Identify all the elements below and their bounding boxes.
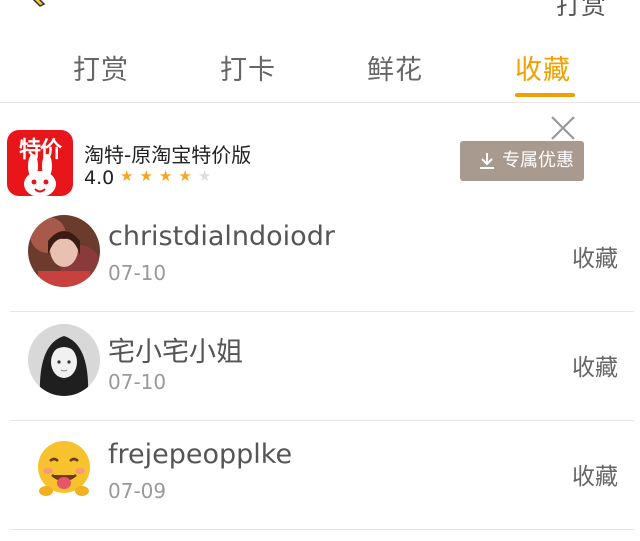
list-item[interactable]: christdialndoiodr 07-10 收藏 — [10, 203, 634, 311]
user-date: 07-10 — [108, 261, 167, 285]
favorite-action: 收藏 — [572, 464, 618, 490]
list-item[interactable]: 宅小宅小姐 07-10 收藏 — [10, 312, 634, 420]
active-tab-indicator — [515, 93, 575, 97]
tab-flowers[interactable]: 鲜花 — [367, 48, 423, 87]
close-icon[interactable] — [548, 113, 578, 143]
user-name: frejepeopplke — [108, 439, 293, 470]
tab-checkin[interactable]: 打卡 — [220, 48, 276, 87]
ad-banner[interactable]: 特价 淘特-原淘宝特价版 4.0 ★★★★★ 专属优惠 — [0, 103, 640, 203]
ad-title: 淘特-原淘宝特价版 — [84, 143, 252, 167]
download-icon — [480, 153, 494, 169]
photo-avatar-icon — [28, 215, 100, 287]
emoji-avatar-icon — [28, 433, 100, 505]
top-bar: 打赏 — [0, 0, 640, 20]
favorite-action: 收藏 — [572, 355, 618, 381]
star-icon: ★ — [178, 167, 198, 185]
user-avatar[interactable] — [28, 324, 100, 396]
list-item[interactable]: frejepeopplke 07-09 收藏 — [10, 421, 634, 529]
favorite-action: 收藏 — [572, 246, 618, 272]
star-icon: ★ — [139, 167, 159, 185]
top-right-label[interactable]: 打赏 — [556, 0, 606, 22]
pencil-icon[interactable] — [26, 0, 48, 8]
user-name: 宅小宅小姐 — [108, 337, 243, 368]
girl-avatar-icon — [28, 324, 100, 396]
tab-reward[interactable]: 打赏 — [73, 48, 129, 87]
user-avatar[interactable] — [28, 215, 100, 287]
ad-rating: 4.0 — [84, 167, 115, 189]
offer-button-label: 专属优惠 — [502, 150, 574, 171]
user-name: christdialndoiodr — [108, 221, 335, 252]
user-date: 07-09 — [108, 479, 167, 503]
user-avatar[interactable] — [28, 433, 100, 505]
tab-favorites[interactable]: 收藏 — [515, 48, 571, 87]
divider — [10, 529, 634, 530]
tab-bar: 打赏 打卡 鲜花 收藏 — [0, 40, 640, 102]
star-icon: ★ — [120, 167, 140, 185]
app-logo: 特价 — [7, 130, 73, 196]
exclusive-offer-button[interactable]: 专属优惠 — [460, 141, 584, 181]
star-empty-icon: ★ — [197, 167, 218, 185]
user-date: 07-10 — [108, 370, 167, 394]
rabbit-icon — [24, 154, 56, 196]
rating-stars: ★★★★★ — [120, 167, 217, 185]
star-icon: ★ — [158, 167, 179, 185]
